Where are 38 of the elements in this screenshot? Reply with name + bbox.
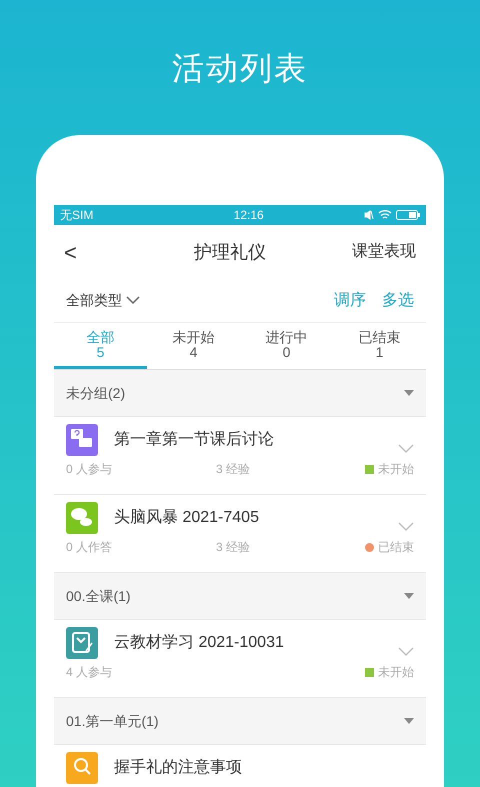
status-text: 已结束 <box>378 539 414 556</box>
activity-title: 握手礼的注意事项 <box>114 758 243 778</box>
filter-tab[interactable]: 进行中 0 <box>240 323 333 369</box>
status-text: 未开始 <box>378 461 414 478</box>
chevron-down-icon <box>126 296 140 305</box>
page-title: 护理礼仪 <box>194 240 266 264</box>
wifi-icon <box>378 210 392 220</box>
participants-text: 0 人作答 <box>66 539 114 556</box>
filter-tab[interactable]: 已结束 1 <box>333 323 426 369</box>
discussion-icon <box>66 424 98 456</box>
back-button[interactable]: < <box>64 236 124 268</box>
clock-text: 12:16 <box>234 207 264 224</box>
type-filter-dropdown[interactable]: 全部类型 <box>66 290 140 311</box>
caret-down-icon <box>404 390 414 396</box>
headline: 活动列表 <box>172 49 308 88</box>
search-icon <box>66 752 98 784</box>
activity-card[interactable]: 头脑风暴 2021-7405 0 人作答 3 经验 已结束 <box>54 495 426 573</box>
performance-button[interactable]: 课堂表现 <box>336 240 416 264</box>
chevron-down-icon <box>398 444 414 452</box>
experience-text: 3 经验 <box>216 539 250 556</box>
activity-card[interactable]: 握手礼的注意事项 <box>54 745 426 787</box>
battery-icon <box>396 210 420 220</box>
caret-down-icon <box>404 718 414 724</box>
filter-tab[interactable]: 未开始 4 <box>147 323 240 369</box>
chevron-down-icon <box>398 522 414 530</box>
participants-text: 4 人参与 <box>66 664 114 681</box>
status-text: 未开始 <box>378 664 414 681</box>
activity-card[interactable]: 第一章第一节课后讨论 0 人参与 3 经验 未开始 <box>54 417 426 495</box>
mute-icon <box>364 210 374 220</box>
caret-down-icon <box>404 593 414 599</box>
activity-title: 云教材学习 2021-10031 <box>114 632 285 653</box>
chevron-down-icon <box>398 646 414 656</box>
activity-title: 头脑风暴 2021-7405 <box>114 508 260 528</box>
carrier-text: 无SIM <box>60 207 94 224</box>
experience-text: 3 经验 <box>216 461 250 478</box>
participants-text: 0 人参与 <box>66 461 114 478</box>
activity-title: 第一章第一节课后讨论 <box>114 430 275 450</box>
activity-card[interactable]: 云教材学习 2021-10031 4 人参与 未开始 <box>54 620 426 698</box>
